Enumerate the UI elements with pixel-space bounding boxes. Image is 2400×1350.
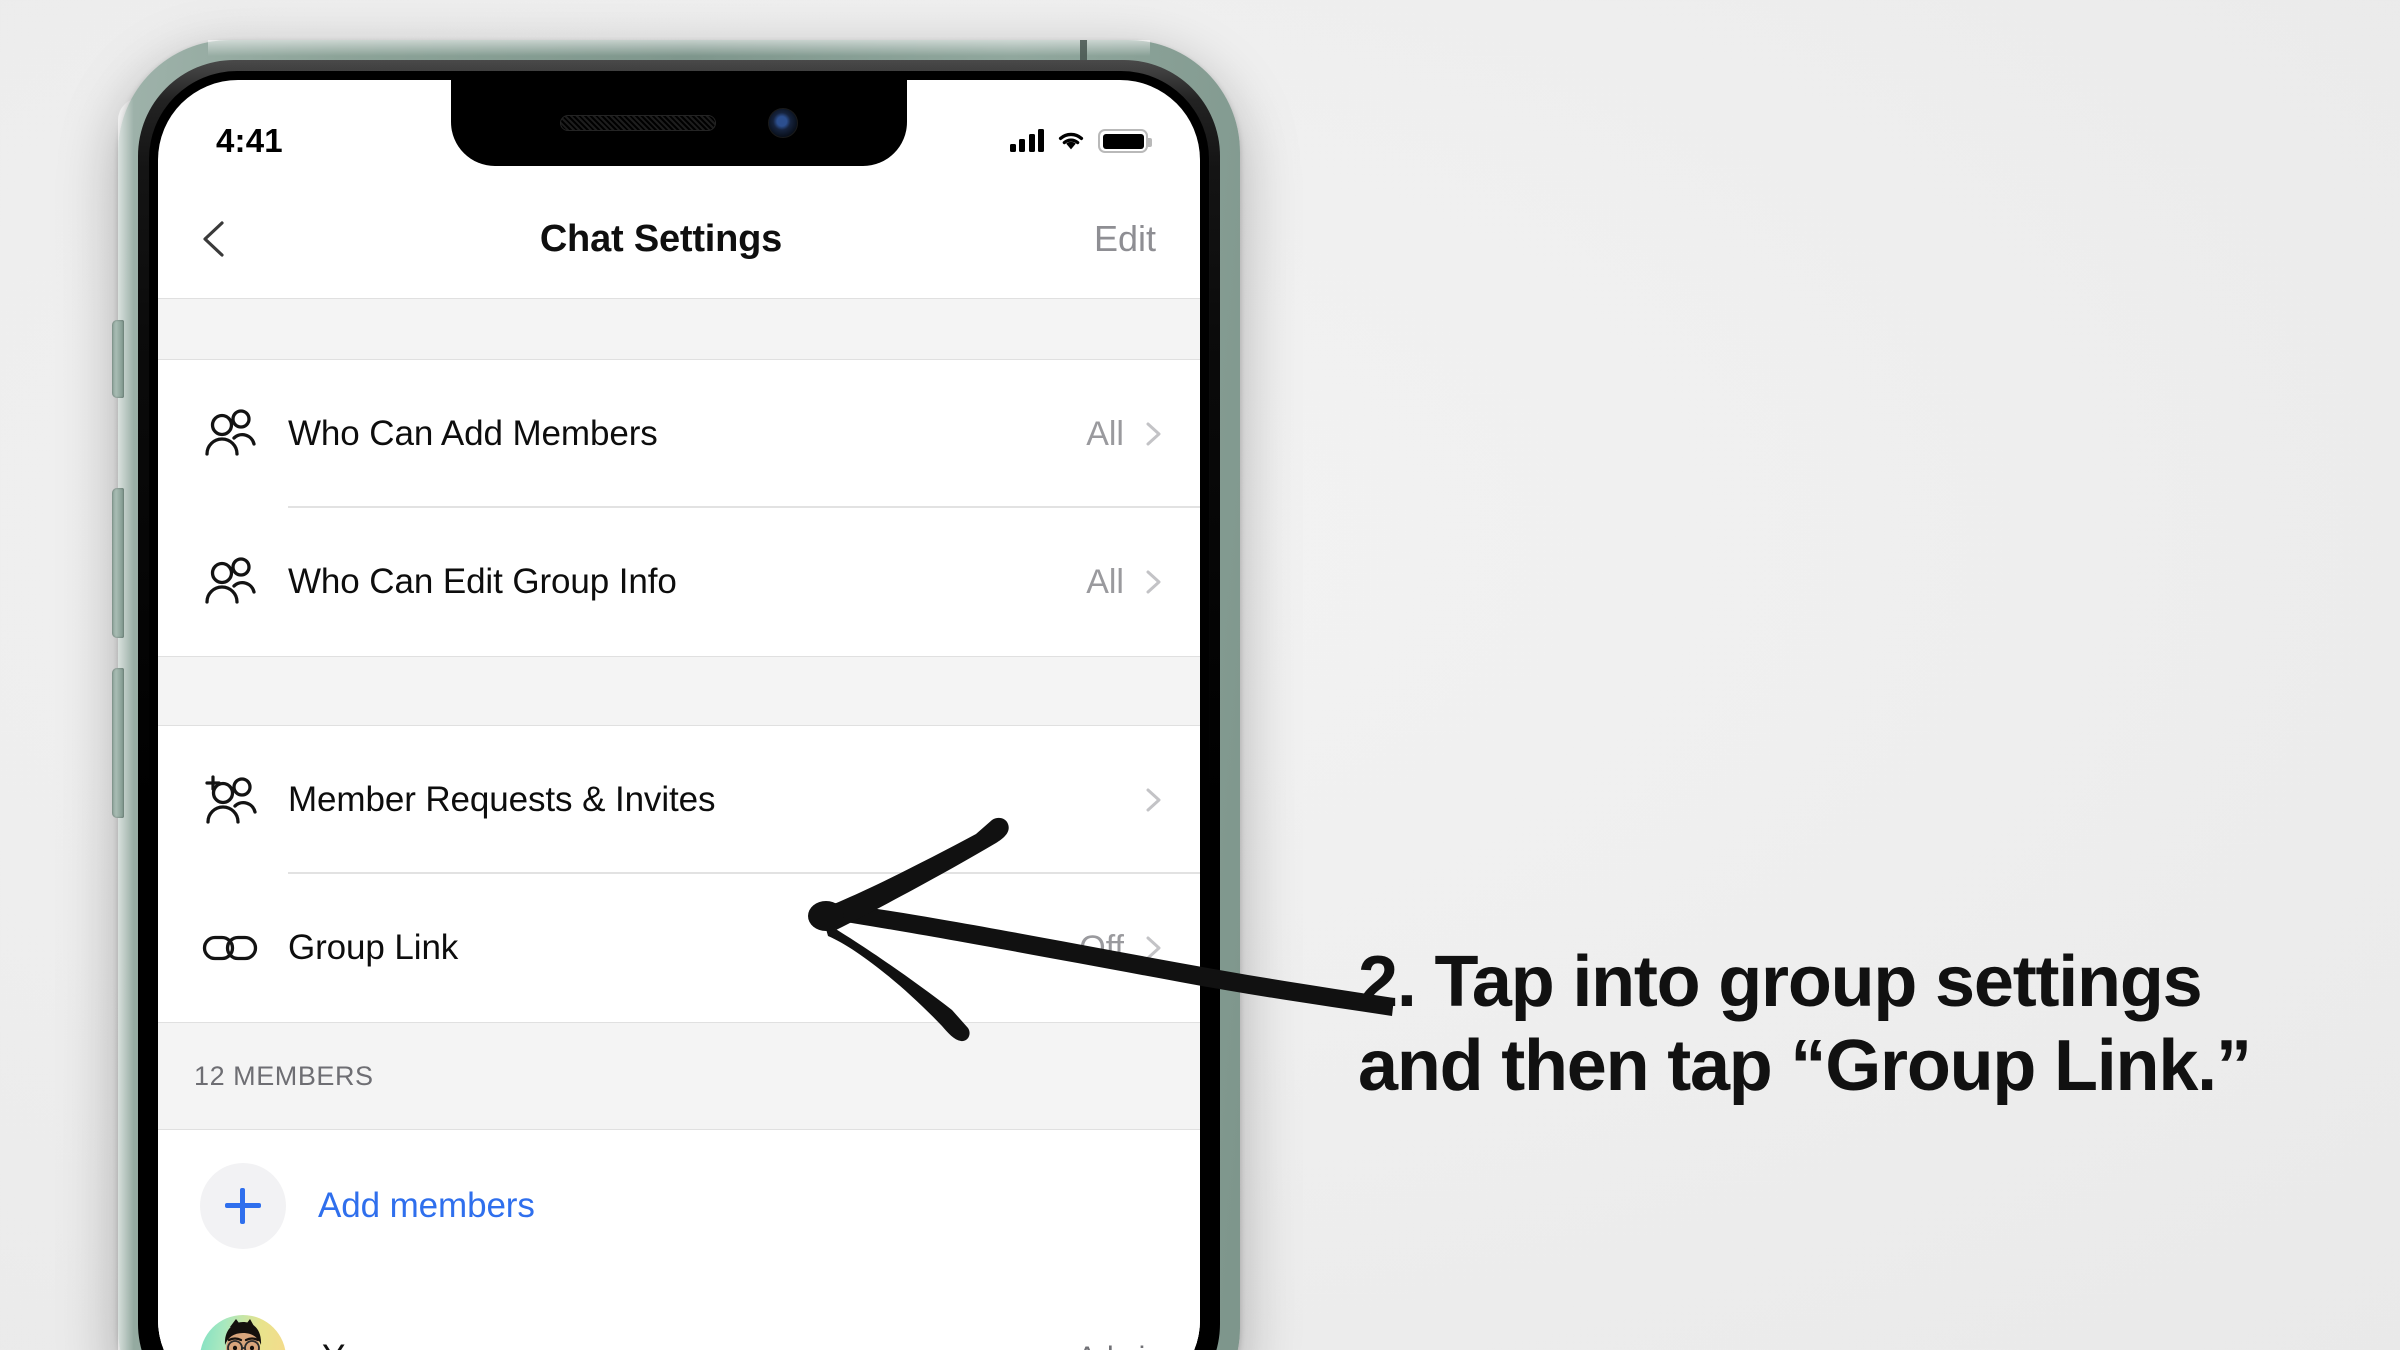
add-members-row[interactable]: Add members (158, 1130, 1200, 1282)
avatar (200, 1315, 286, 1350)
cellular-signal-icon (1009, 129, 1044, 152)
member-role: Admin (1077, 1341, 1162, 1350)
mute-switch-button[interactable] (112, 320, 124, 398)
row-value: All (1086, 562, 1124, 601)
row-value: Off (1079, 928, 1124, 967)
section-gap-top (158, 298, 1200, 360)
front-camera-icon (768, 108, 798, 138)
chevron-right-icon (1146, 788, 1161, 812)
plus-icon (200, 1163, 286, 1249)
status-time: 4:41 (216, 122, 283, 159)
member-row[interactable]: You Admin (158, 1282, 1200, 1350)
link-chain-icon (194, 930, 266, 966)
add-members-label: Add members (318, 1186, 535, 1225)
battery-full-icon (1098, 129, 1152, 153)
settings-list: Who Can Add Members All Who Can Edit Gro… (158, 298, 1200, 1350)
volume-down-button[interactable] (112, 668, 124, 818)
chevron-right-icon (1146, 422, 1161, 446)
phone-screen: 4:41 Chat Settings Edit Who Can Add Memb… (158, 80, 1200, 1350)
chevron-right-icon (1146, 936, 1161, 960)
two-people-icon (194, 408, 266, 460)
member-name: You (286, 1338, 1077, 1350)
row-who-can-edit-group-info[interactable]: Who Can Edit Group Info All (158, 508, 1200, 656)
row-label: Who Can Edit Group Info (288, 562, 677, 601)
row-label: Member Requests & Invites (288, 780, 716, 819)
row-who-can-add-members[interactable]: Who Can Add Members All (158, 360, 1200, 508)
edit-button[interactable]: Edit (1094, 218, 1156, 260)
status-icons (1009, 129, 1152, 153)
row-member-requests-and-invites[interactable]: Member Requests & Invites (158, 726, 1200, 874)
phone-mockup: 4:41 Chat Settings Edit Who Can Add Memb… (112, 40, 1240, 1350)
row-label: Who Can Add Members (288, 414, 658, 453)
add-person-icon (194, 773, 266, 827)
row-group-link[interactable]: Group Link Off (158, 874, 1200, 1022)
navigation-bar: Chat Settings Edit (158, 180, 1200, 298)
two-people-icon (194, 556, 266, 608)
earpiece-speaker-icon (560, 115, 716, 131)
wifi-icon (1058, 132, 1084, 150)
page-title: Chat Settings (539, 217, 783, 260)
volume-up-button[interactable] (112, 488, 124, 638)
notch (451, 80, 907, 166)
row-value: All (1086, 414, 1124, 453)
chevron-right-icon (1146, 570, 1161, 594)
instruction-caption: 2. Tap into group settings and then tap … (1358, 942, 2252, 1107)
section-gap-middle (158, 656, 1200, 726)
members-section-header: 12 MEMBERS (158, 1022, 1200, 1130)
frame-highlight-top (208, 40, 1150, 56)
row-label: Group Link (288, 928, 459, 967)
